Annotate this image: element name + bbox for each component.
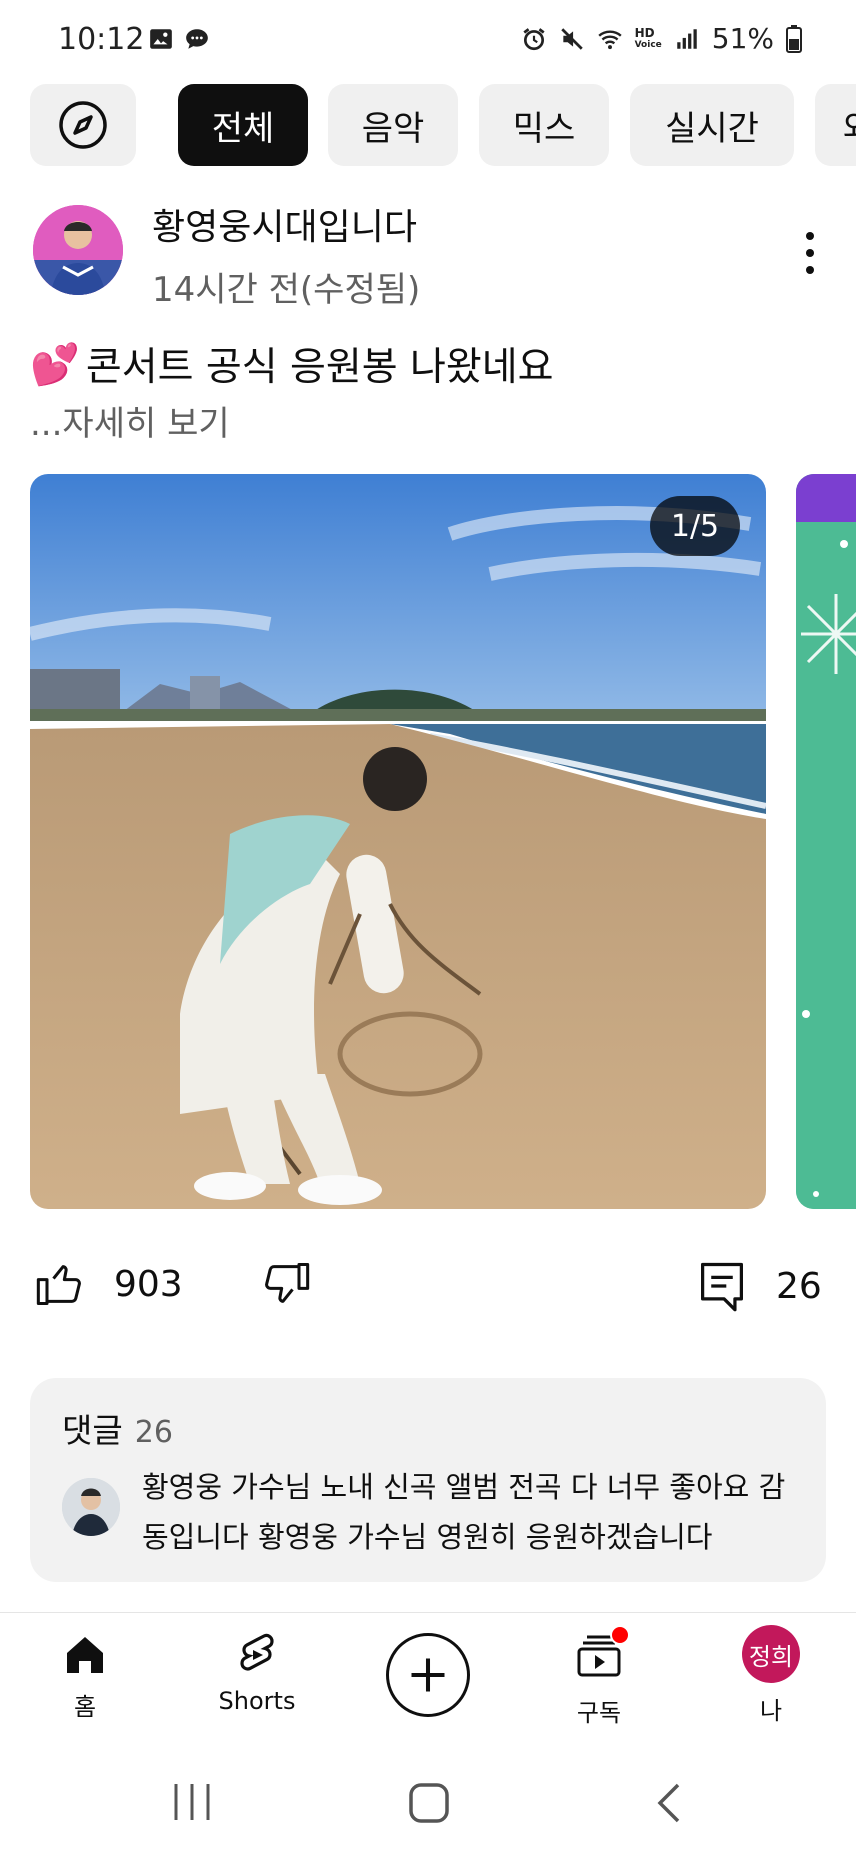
thumbs-up-icon xyxy=(36,1265,81,1306)
hd-voice-icon: HD Voice xyxy=(635,27,662,51)
beach-photo xyxy=(30,474,766,1209)
like-button[interactable]: 903 xyxy=(34,1258,183,1310)
chip-overflow[interactable]: 와 xyxy=(815,84,856,166)
battery-percent: 51% xyxy=(711,22,774,55)
status-right-icons: HD Voice 51% xyxy=(521,22,802,55)
chip-live[interactable]: 실시간 xyxy=(630,84,794,166)
system-navigation xyxy=(0,1742,856,1855)
mute-icon xyxy=(560,27,583,50)
comment-icon xyxy=(701,1262,744,1312)
post-time: 14시간 전(수정됨) xyxy=(152,270,421,310)
nav-subscriptions-label: 구독 xyxy=(576,1699,622,1727)
more-dot xyxy=(806,232,814,240)
comments-header: 댓글 26 xyxy=(62,1404,173,1452)
nav-shorts[interactable]: Shorts xyxy=(192,1631,322,1715)
post-text: 💕 콘서트 공식 응원봉 나왔네요 xyxy=(30,336,554,392)
comment-count: 26 xyxy=(776,1265,822,1307)
chat-icon xyxy=(186,29,208,49)
nav-me[interactable]: 정희 나 xyxy=(706,1625,836,1726)
commenter-avatar-image xyxy=(62,1478,120,1536)
shorts-icon xyxy=(240,1633,274,1671)
bottom-navigation: 홈 Shorts 구독 정희 나 xyxy=(0,1612,856,1742)
channel-name[interactable]: 황영웅시대입니다 xyxy=(152,198,417,250)
more-dot xyxy=(806,249,814,257)
nav-home[interactable]: 홈 xyxy=(20,1631,150,1722)
wifi-icon xyxy=(597,30,622,49)
nav-shorts-label: Shorts xyxy=(218,1687,296,1715)
hd-label-bottom: Voice xyxy=(634,39,662,50)
notification-dot xyxy=(610,1625,630,1645)
chip-music[interactable]: 음악 xyxy=(328,84,458,166)
home-system-icon[interactable] xyxy=(408,1782,450,1824)
next-image xyxy=(796,474,856,1209)
subscriptions-icon-wrap xyxy=(574,1625,630,1685)
explore-icon xyxy=(59,101,107,149)
thumbs-down-icon xyxy=(265,1262,310,1303)
status-time: 10:12 xyxy=(58,22,145,57)
explore-chip[interactable] xyxy=(30,84,136,166)
nav-me-label: 나 xyxy=(759,1697,783,1725)
signal-icon xyxy=(677,28,697,49)
more-options-button[interactable] xyxy=(780,218,840,288)
comments-title: 댓글 xyxy=(62,1411,123,1450)
chip-all[interactable]: 전체 xyxy=(178,84,308,166)
status-bar: 10:12 HD Voice 51% xyxy=(0,0,856,80)
recent-apps-icon[interactable] xyxy=(170,1782,214,1822)
category-chips: 전체 음악 믹스 실시간 와 xyxy=(0,84,856,166)
back-icon[interactable] xyxy=(654,1782,684,1824)
create-button[interactable] xyxy=(386,1633,470,1717)
comments-button[interactable]: 26 xyxy=(696,1258,822,1314)
next-image-preview[interactable] xyxy=(796,474,856,1209)
alarm-icon xyxy=(523,27,545,50)
gallery-icon xyxy=(150,29,172,49)
status-left-icons xyxy=(148,26,210,52)
image-counter: 1/5 xyxy=(650,496,740,556)
post-text-body: 콘서트 공식 응원봉 나왔네요 xyxy=(85,345,554,390)
nav-subscriptions[interactable]: 구독 xyxy=(534,1625,664,1728)
comments-count: 26 xyxy=(134,1415,173,1450)
commenter-avatar xyxy=(62,1478,120,1536)
post-actions: 903 26 xyxy=(0,1248,856,1328)
hearts-emoji: 💕 xyxy=(30,341,80,388)
nav-home-label: 홈 xyxy=(73,1693,97,1721)
plus-icon xyxy=(411,1658,445,1692)
channel-avatar-image xyxy=(33,205,123,295)
me-avatar: 정희 xyxy=(742,1625,800,1683)
battery-icon xyxy=(786,24,802,53)
home-icon xyxy=(67,1637,103,1673)
hd-label-top: HD xyxy=(634,25,655,40)
like-count: 903 xyxy=(114,1263,183,1305)
chip-mix[interactable]: 믹스 xyxy=(479,84,609,166)
top-comment-text: 황영웅 가수님 노내 신곡 앨범 전곡 다 너무 좋아요 감동입니다 황영웅 가… xyxy=(142,1470,786,1554)
read-more-link[interactable]: ...자세히 보기 xyxy=(30,396,230,445)
dislike-button[interactable] xyxy=(260,1258,312,1310)
more-dot xyxy=(806,266,814,274)
post-image[interactable]: 1/5 xyxy=(30,474,766,1209)
comments-card[interactable]: 댓글 26 황영웅 가수님 노내 신곡 앨범 전곡 다 너무 좋아요 감동입니다… xyxy=(30,1378,826,1582)
channel-avatar[interactable] xyxy=(33,205,123,295)
